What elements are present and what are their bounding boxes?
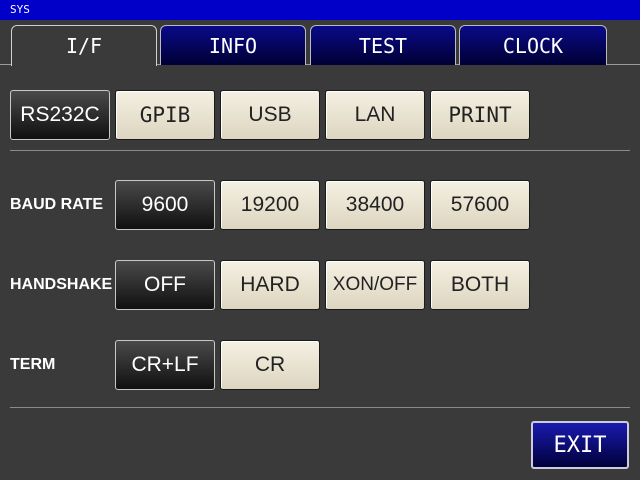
tab-clock[interactable]: CLOCK	[459, 25, 607, 65]
tab-info[interactable]: INFO	[160, 25, 306, 65]
baud-rate-label: BAUD RATE	[10, 196, 104, 213]
handshake-both-button[interactable]: BOTH	[430, 260, 530, 310]
tab-if[interactable]: I/F	[11, 25, 157, 66]
term-label: TERM	[10, 356, 56, 373]
handshake-label: HANDSHAKE	[10, 276, 113, 293]
handshake-xon-off-button[interactable]: XON/OFF	[325, 260, 425, 310]
interface-print-button[interactable]: PRINT	[430, 90, 530, 140]
term-cr-button[interactable]: CR	[220, 340, 320, 390]
interface-rs232c-button[interactable]: RS232C	[10, 90, 110, 140]
divider-bottom	[10, 407, 630, 408]
divider-top	[10, 150, 630, 151]
interface-usb-button[interactable]: USB	[220, 90, 320, 140]
baud-9600-button[interactable]: 9600	[115, 180, 215, 230]
baud-57600-button[interactable]: 57600	[430, 180, 530, 230]
handshake-off-button[interactable]: OFF	[115, 260, 215, 310]
window-title: SYS	[0, 0, 640, 20]
baud-19200-button[interactable]: 19200	[220, 180, 320, 230]
baud-38400-button[interactable]: 38400	[325, 180, 425, 230]
term-cr-lf-button[interactable]: CR+LF	[115, 340, 215, 390]
interface-lan-button[interactable]: LAN	[325, 90, 425, 140]
interface-gpib-button[interactable]: GPIB	[115, 90, 215, 140]
exit-button[interactable]: EXIT	[531, 421, 629, 469]
tab-test[interactable]: TEST	[310, 25, 456, 65]
handshake-hard-button[interactable]: HARD	[220, 260, 320, 310]
